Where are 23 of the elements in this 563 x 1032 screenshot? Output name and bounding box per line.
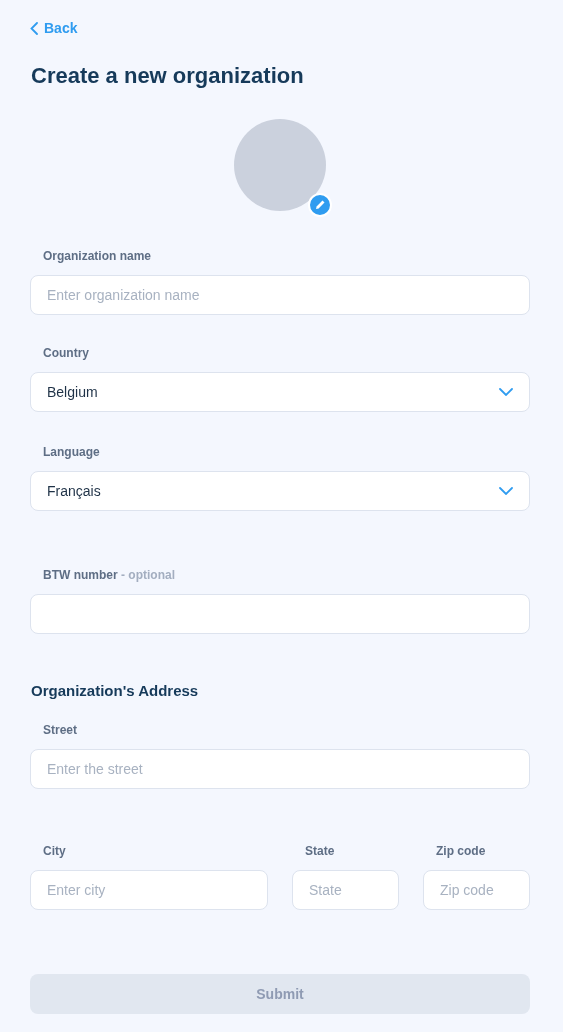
field-label: Country <box>43 345 90 360</box>
field-label: Organization name <box>43 248 153 263</box>
input-field[interactable]: Enter the street <box>30 748 530 789</box>
edit-avatar-button[interactable] <box>308 192 332 217</box>
select-field[interactable]: Français <box>30 470 530 511</box>
field-label: State <box>305 843 336 858</box>
input-field[interactable]: Enter city <box>30 869 268 910</box>
chevron-down-icon <box>499 387 513 396</box>
page-title: Create a new organization <box>31 62 305 89</box>
chevron-left-icon <box>30 21 38 35</box>
field-label: City <box>43 843 67 858</box>
section-heading: Organization's Address <box>31 681 200 699</box>
pencil-icon <box>314 199 326 210</box>
input-field[interactable]: Enter organization name <box>30 274 530 315</box>
field-label: Language <box>43 444 101 459</box>
field-label: Street <box>43 722 78 737</box>
field-label: BTW number - optional <box>43 567 176 582</box>
input-field[interactable] <box>30 593 530 634</box>
field-label: Zip code <box>436 843 487 858</box>
input-field[interactable]: Zip code <box>423 869 530 910</box>
select-field[interactable]: Belgium <box>30 371 530 412</box>
input-field[interactable]: State <box>292 869 399 910</box>
chevron-down-icon <box>499 486 513 495</box>
